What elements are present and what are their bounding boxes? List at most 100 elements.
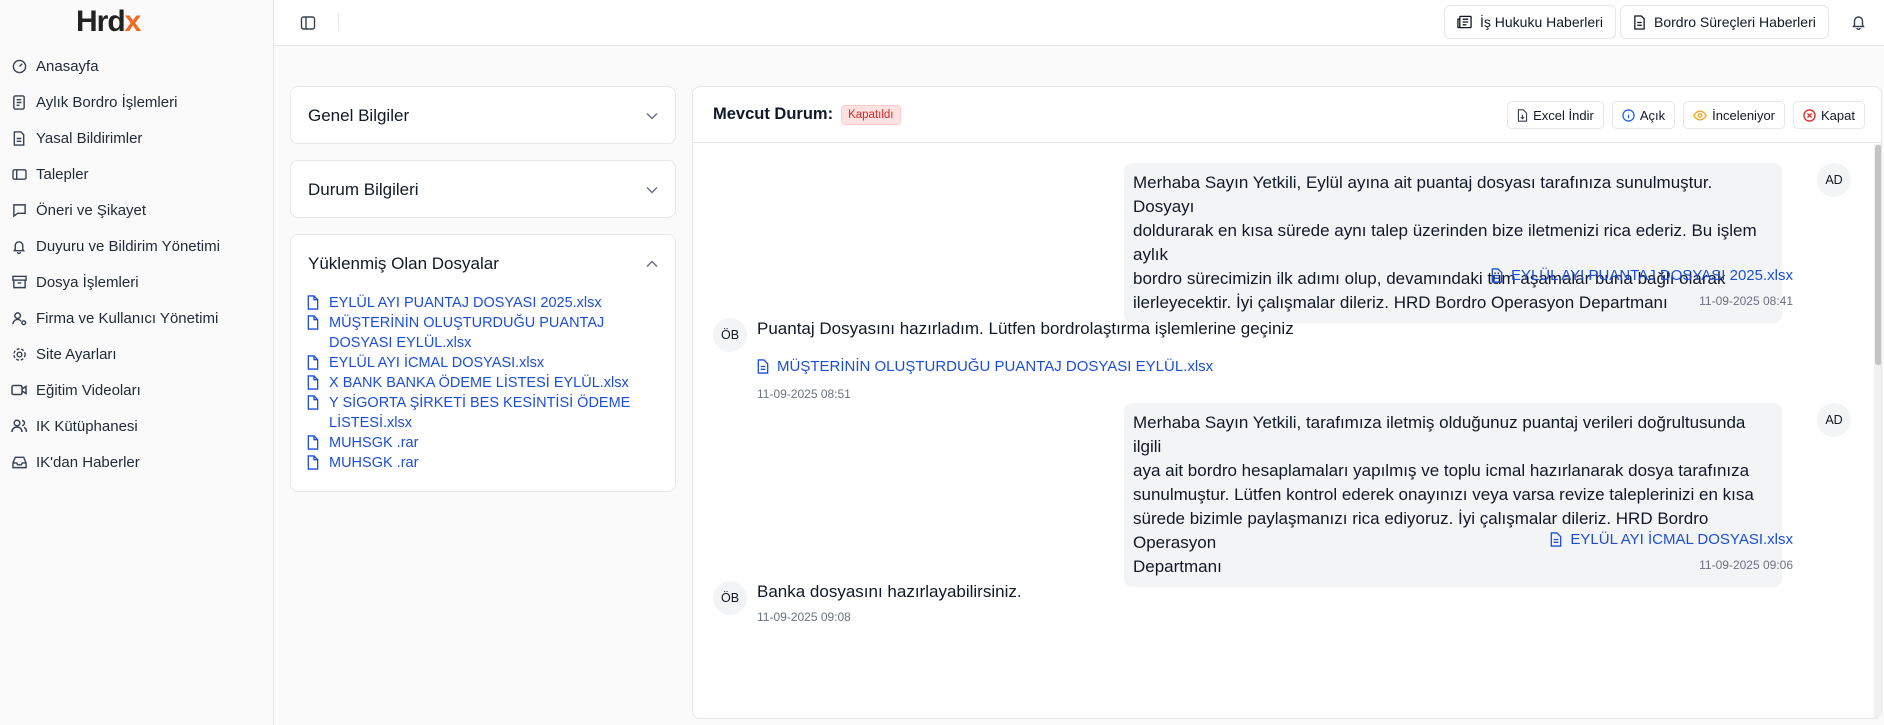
sidebar-item-egitim-videolari[interactable]: Eğitim Videoları: [0, 372, 274, 408]
file-icon: [307, 315, 321, 330]
sidebar-item-label: Eğitim Videoları: [36, 381, 141, 399]
sidebar-item-label: Anasayfa: [36, 57, 99, 75]
avatar: ÖB: [713, 581, 747, 615]
message-icon: [11, 202, 27, 218]
newspaper-icon: [1457, 15, 1472, 29]
accordion-durum-bilgileri: Durum Bilgileri: [290, 160, 676, 218]
status-header: Mevcut Durum: Kapatıldı Excel İndir Açık…: [693, 87, 1881, 143]
uploaded-file-name: Y SİGORTA ŞİRKETİ BES KESİNTİSİ ÖDEME LİS…: [329, 395, 631, 431]
uploaded-file-link[interactable]: EYLÜL AYI İCMAL DOSYASI.xlsx: [307, 353, 659, 373]
sidebar-item-anasayfa[interactable]: Anasayfa: [0, 48, 274, 84]
sidebar-item-firma-kullanici[interactable]: Firma ve Kullanıcı Yönetimi: [0, 300, 274, 336]
uploaded-file-name: X BANK BANKA ÖDEME LİSTESİ EYLÜL.xlsx: [329, 375, 629, 391]
document-icon: [11, 130, 27, 146]
uploaded-file-link[interactable]: X BANK BANKA ÖDEME LİSTESİ EYLÜL.xlsx: [307, 373, 659, 393]
file-icon: [1550, 532, 1562, 547]
status-badge: Kapatıldı: [841, 104, 901, 125]
attachment-name: EYLÜL AYI PUANTAJ DOSYASI 2025.xlsx: [1510, 267, 1793, 284]
accordion-genel-bilgiler: Genel Bilgiler: [290, 86, 676, 144]
sidebar-toggle-icon[interactable]: [298, 13, 318, 33]
scrollbar[interactable]: [1874, 144, 1881, 718]
topbar: İş Hukuku Haberleri Bordro Süreçleri Hab…: [274, 0, 1884, 46]
accordion-title: Yüklenmiş Olan Dosyalar: [308, 254, 499, 273]
sidebar-item-label: Dosya İşlemleri: [36, 273, 139, 291]
brand-logo[interactable]: Hrd x: [76, 4, 142, 40]
uploaded-file-link[interactable]: MUHSGK .rar: [307, 453, 659, 473]
avatar: ÖB: [713, 318, 747, 352]
message-timestamp: 11-09-2025 08:41: [1699, 294, 1793, 308]
excel-download-label: Excel İndir: [1533, 107, 1594, 123]
uploaded-file-link[interactable]: MUHSGK .rar: [307, 433, 659, 453]
uploaded-file-link[interactable]: Y SİGORTA ŞİRKETİ BES KESİNTİSİ ÖDEME LİS…: [307, 393, 659, 433]
file-icon: [307, 375, 321, 390]
uploaded-file-list: EYLÜL AYI PUANTAJ DOSYASI 2025.xlsx MÜŞT…: [291, 293, 675, 489]
message-timestamp: 11-09-2025 08:51: [757, 387, 851, 401]
message-list[interactable]: Merhaba Sayın Yetkili, Eylül ayına ait p…: [693, 144, 1881, 718]
dashboard-icon: [11, 58, 27, 74]
file-icon: [757, 359, 769, 374]
sidebar-item-ik-kutuphanesi[interactable]: IK Kütüphanesi: [0, 408, 274, 444]
file-icon: [1491, 268, 1503, 283]
sidebar-item-label: Firma ve Kullanıcı Yönetimi: [36, 309, 219, 327]
message-text: Banka dosyasını hazırlayabilirsiniz.: [757, 582, 1022, 601]
sidebar-item-talepler[interactable]: Talepler: [0, 156, 274, 192]
bordro-news-button[interactable]: Bordro Süreçleri Haberleri: [1620, 5, 1829, 39]
bell-icon: [11, 238, 27, 254]
sidebar-item-label: IK Kütüphanesi: [36, 417, 138, 435]
uploaded-file-link[interactable]: EYLÜL AYI PUANTAJ DOSYASI 2025.xlsx: [307, 293, 659, 313]
info-icon: [1622, 108, 1635, 122]
sidebar-item-dosya-islemleri[interactable]: Dosya İşlemleri: [0, 264, 274, 300]
sidebar-item-label: Talepler: [36, 165, 89, 183]
message-attachment-link[interactable]: MÜŞTERİNİN OLUŞTURDUĞU PUANTAJ DOSYASI E…: [757, 358, 1213, 375]
sidebar-item-site-ayarlari[interactable]: Site Ayarları: [0, 336, 274, 372]
excel-download-button[interactable]: Excel İndir: [1507, 101, 1604, 129]
eye-icon: [1693, 110, 1707, 121]
bordro-news-label: Bordro Süreçleri Haberleri: [1654, 14, 1816, 30]
avatar: AD: [1817, 163, 1851, 197]
attachment-name: MÜŞTERİNİN OLUŞTURDUĞU PUANTAJ DOSYASI E…: [777, 358, 1214, 375]
accordion-title: Durum Bilgileri: [308, 180, 419, 199]
avatar: AD: [1817, 403, 1851, 437]
topbar-divider: [338, 13, 339, 31]
close-circle-icon: [1803, 108, 1816, 122]
ticket-conversation-panel: Mevcut Durum: Kapatıldı Excel İndir Açık…: [692, 86, 1882, 719]
logo-accent: x: [124, 5, 142, 38]
chevron-up-icon: [646, 260, 658, 268]
message-bubble: Merhaba Sayın Yetkili, Eylül ayına ait p…: [1124, 163, 1782, 323]
accordion-header-genel[interactable]: Genel Bilgiler: [291, 87, 675, 145]
sidebar-item-label: IK'dan Haberler: [36, 453, 140, 471]
file-icon: [307, 295, 321, 310]
sidebar-item-yasal-bildirimler[interactable]: Yasal Bildirimler: [0, 120, 274, 156]
sidebar-item-aylik-bordro[interactable]: Aylık Bordro İşlemleri: [0, 84, 274, 120]
sidebar-item-duyuru[interactable]: Duyuru ve Bildirim Yönetimi: [0, 228, 274, 264]
document-icon: [1633, 14, 1646, 30]
message-text: Puantaj Dosyasını hazırladım. Lütfen bor…: [757, 319, 1294, 338]
gear-icon: [11, 346, 27, 362]
status-review-label: İnceleniyor: [1712, 107, 1776, 123]
sidebar-item-label: Yasal Bildirimler: [36, 129, 143, 147]
status-close-button[interactable]: Kapat: [1793, 101, 1865, 129]
uploaded-file-link[interactable]: MÜŞTERİNİN OLUŞTURDUĞU PUANTAJ DOSYASI EY…: [307, 313, 659, 353]
users-icon: [11, 418, 27, 434]
sidebar-item-label: Öneri ve Şikayet: [36, 201, 147, 219]
uploaded-file-name: MUHSGK .rar: [329, 455, 419, 471]
sidebar-item-ikdan-haberler[interactable]: IK'dan Haberler: [0, 444, 274, 480]
notification-bell-icon[interactable]: [1848, 12, 1868, 32]
uploaded-file-name: MÜŞTERİNİN OLUŞTURDUĞU PUANTAJ DOSYASI EY…: [329, 315, 605, 351]
chevron-down-icon: [646, 112, 658, 120]
message-timestamp: 11-09-2025 09:06: [1699, 558, 1793, 572]
is-hukuku-news-button[interactable]: İş Hukuku Haberleri: [1444, 5, 1616, 39]
scrollbar-thumb[interactable]: [1875, 145, 1881, 365]
accordion-yuklenmis-dosyalar: Yüklenmiş Olan Dosyalar EYLÜL AYI PUANTA…: [290, 234, 676, 492]
file-icon: [307, 455, 321, 470]
status-close-label: Kapat: [1821, 107, 1855, 123]
sidebar-item-oneri-sikayet[interactable]: Öneri ve Şikayet: [0, 192, 274, 228]
status-actions: Excel İndir Açık İnceleniyor Kapat: [1507, 101, 1865, 129]
status-open-button[interactable]: Açık: [1611, 101, 1676, 129]
status-review-button[interactable]: İnceleniyor: [1683, 101, 1786, 129]
message-attachment-link[interactable]: EYLÜL AYI İCMAL DOSYASI.xlsx: [1550, 531, 1793, 548]
message-attachment-link[interactable]: EYLÜL AYI PUANTAJ DOSYASI 2025.xlsx: [1491, 267, 1793, 284]
accordion-header-durum[interactable]: Durum Bilgileri: [291, 161, 675, 219]
accordion-header-dosyalar[interactable]: Yüklenmiş Olan Dosyalar: [291, 235, 675, 293]
file-icon: [307, 355, 321, 370]
